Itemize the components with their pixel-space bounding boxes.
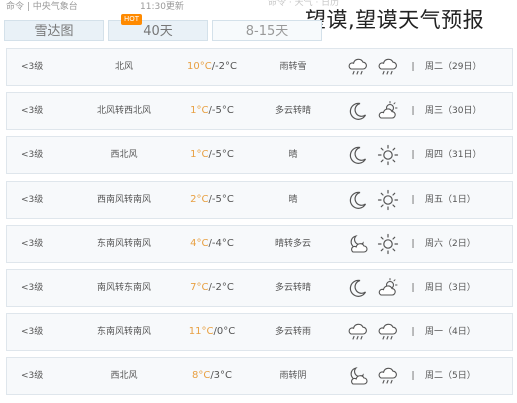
sun-icon bbox=[375, 137, 401, 173]
forecast-date: 周六（2日） bbox=[425, 238, 476, 249]
forecast-tabs: 雪达图 HOT 40天 8-15天 bbox=[4, 14, 514, 42]
divider: | bbox=[411, 371, 415, 382]
weather-condition: 晴 bbox=[288, 150, 298, 161]
weather-condition: 晴转多云 bbox=[274, 238, 311, 249]
divider: | bbox=[411, 238, 415, 249]
temp-high: 4°C bbox=[190, 237, 209, 249]
wind-direction: 西北风 bbox=[110, 371, 138, 382]
divider: | bbox=[411, 150, 415, 161]
temp-low: /-4°C bbox=[208, 237, 234, 249]
sun-icon bbox=[375, 226, 401, 262]
wind-level: <3级 bbox=[21, 371, 44, 382]
wind-direction: 北风 bbox=[114, 62, 133, 72]
cloud-rain-icon bbox=[375, 49, 401, 85]
temp-low: /-5°C bbox=[208, 105, 234, 117]
wind-direction: 东南风转南风 bbox=[96, 327, 151, 338]
temperature: 11°C/0°C bbox=[177, 314, 247, 350]
temperature: 1°C/-5°C bbox=[177, 93, 247, 129]
tab-radar[interactable]: 雪达图 bbox=[4, 20, 104, 41]
forecast-date: 周一（4日） bbox=[425, 327, 476, 338]
sun-icon bbox=[375, 182, 401, 218]
temp-high: 11°C bbox=[188, 326, 214, 338]
forecast-row: <3级 东南风转南风 11°C/0°C 多云转雨 | 周一（4日） bbox=[6, 313, 513, 352]
divider: | bbox=[411, 327, 415, 338]
cloud-rain-icon bbox=[345, 49, 371, 85]
forecast-row: <3级 西北风 8°C/3°C 雨转阴 | 周二（5日） bbox=[6, 357, 513, 396]
temp-low: /-5°C bbox=[208, 193, 234, 205]
weather-condition: 多云转雨 bbox=[274, 327, 311, 338]
moon-icon bbox=[345, 137, 371, 173]
hot-badge: HOT bbox=[121, 14, 143, 25]
partly-cloudy-icon bbox=[375, 93, 401, 129]
weather-condition: 雨转阴 bbox=[279, 371, 307, 382]
divider: | bbox=[411, 106, 415, 117]
temp-high: 7°C bbox=[190, 282, 209, 293]
wind-level: <3级 bbox=[21, 238, 44, 249]
moon-icon bbox=[345, 93, 371, 129]
wind-direction: 西南风转南风 bbox=[96, 194, 151, 205]
tab-8-15-days[interactable]: 8-15天 bbox=[212, 20, 322, 41]
temp-low: /-2°C bbox=[211, 61, 238, 72]
temperature: 2°C/-5°C bbox=[177, 182, 247, 218]
temperature: 8°C/3°C bbox=[177, 358, 247, 394]
temp-low: /-2°C bbox=[208, 282, 234, 293]
wind-level: <3级 bbox=[21, 62, 44, 72]
forecast-row: <3级 南风转东南风 7°C/-2°C 多云转晴 | 周日（3日） bbox=[6, 269, 513, 307]
tab-40-days[interactable]: HOT 40天 bbox=[108, 14, 208, 41]
updated-time: 11:30更新 bbox=[140, 2, 184, 12]
weather-condition: 晴 bbox=[288, 194, 298, 205]
forecast-date: 周四（31日） bbox=[425, 150, 482, 161]
wind-level: <3级 bbox=[21, 283, 44, 293]
partly-cloudy-icon bbox=[375, 270, 401, 306]
forecast-row: <3级 北风转西北风 1°C/-5°C 多云转晴 | 周三（30日） bbox=[6, 92, 513, 131]
temp-low: /-5°C bbox=[208, 149, 234, 161]
weather-condition: 多云转晴 bbox=[274, 106, 311, 117]
forecast-row: <3级 西北风 1°C/-5°C 晴 | 周四（31日） bbox=[6, 136, 513, 175]
temp-low: /0°C bbox=[213, 326, 236, 338]
divider: | bbox=[411, 194, 415, 205]
wind-direction: 东南风转南风 bbox=[96, 238, 151, 249]
moon-icon bbox=[345, 270, 371, 306]
temp-high: 10°C bbox=[186, 61, 212, 72]
temperature: 1°C/-5°C bbox=[177, 137, 247, 173]
cloud-rain-icon bbox=[345, 314, 371, 350]
forecast-row: <3级 东南风转南风 4°C/-4°C 晴转多云 | 周六（2日） bbox=[6, 224, 513, 263]
temp-low: /3°C bbox=[210, 370, 233, 382]
weather-condition: 雨转雪 bbox=[279, 62, 307, 72]
temperature: 7°C/-2°C bbox=[177, 270, 247, 306]
forecast-date: 周二（29日） bbox=[425, 62, 482, 72]
divider: | bbox=[411, 283, 415, 293]
forecast-date: 周日（3日） bbox=[425, 283, 476, 293]
divider: | bbox=[411, 62, 415, 72]
cloud-rain-icon bbox=[375, 358, 401, 394]
forecast-date: 周三（30日） bbox=[425, 106, 482, 117]
forecast-date: 周二（5日） bbox=[425, 371, 476, 382]
wind-level: <3级 bbox=[21, 150, 44, 161]
temperature: 10°C/-2°C bbox=[177, 49, 247, 85]
source-text: 命令 | 中央气象台 bbox=[6, 2, 78, 12]
wind-direction: 南风转东南风 bbox=[96, 283, 151, 293]
wind-level: <3级 bbox=[21, 327, 44, 338]
wind-direction: 北风转西北风 bbox=[96, 106, 151, 117]
cloudy-night-icon bbox=[345, 358, 371, 394]
temp-high: 1°C bbox=[190, 149, 209, 161]
wind-level: <3级 bbox=[21, 194, 44, 205]
forecast-date: 周五（1日） bbox=[425, 194, 476, 205]
weather-condition: 多云转晴 bbox=[274, 283, 311, 293]
forecast-row: <3级 西南风转南风 2°C/-5°C 晴 | 周五（1日） bbox=[6, 180, 513, 219]
temperature: 4°C/-4°C bbox=[177, 226, 247, 262]
forecast-row: <3级 北风 10°C/-2°C 雨转雪 | 周二（29日） bbox=[6, 48, 513, 86]
cloudy-night-icon bbox=[345, 226, 371, 262]
cloud-rain-icon bbox=[375, 314, 401, 350]
temp-high: 2°C bbox=[190, 193, 209, 205]
wind-level: <3级 bbox=[21, 106, 44, 117]
temp-high: 8°C bbox=[191, 370, 211, 382]
moon-icon bbox=[345, 182, 371, 218]
temp-high: 1°C bbox=[190, 105, 209, 117]
wind-direction: 西北风 bbox=[110, 150, 138, 161]
